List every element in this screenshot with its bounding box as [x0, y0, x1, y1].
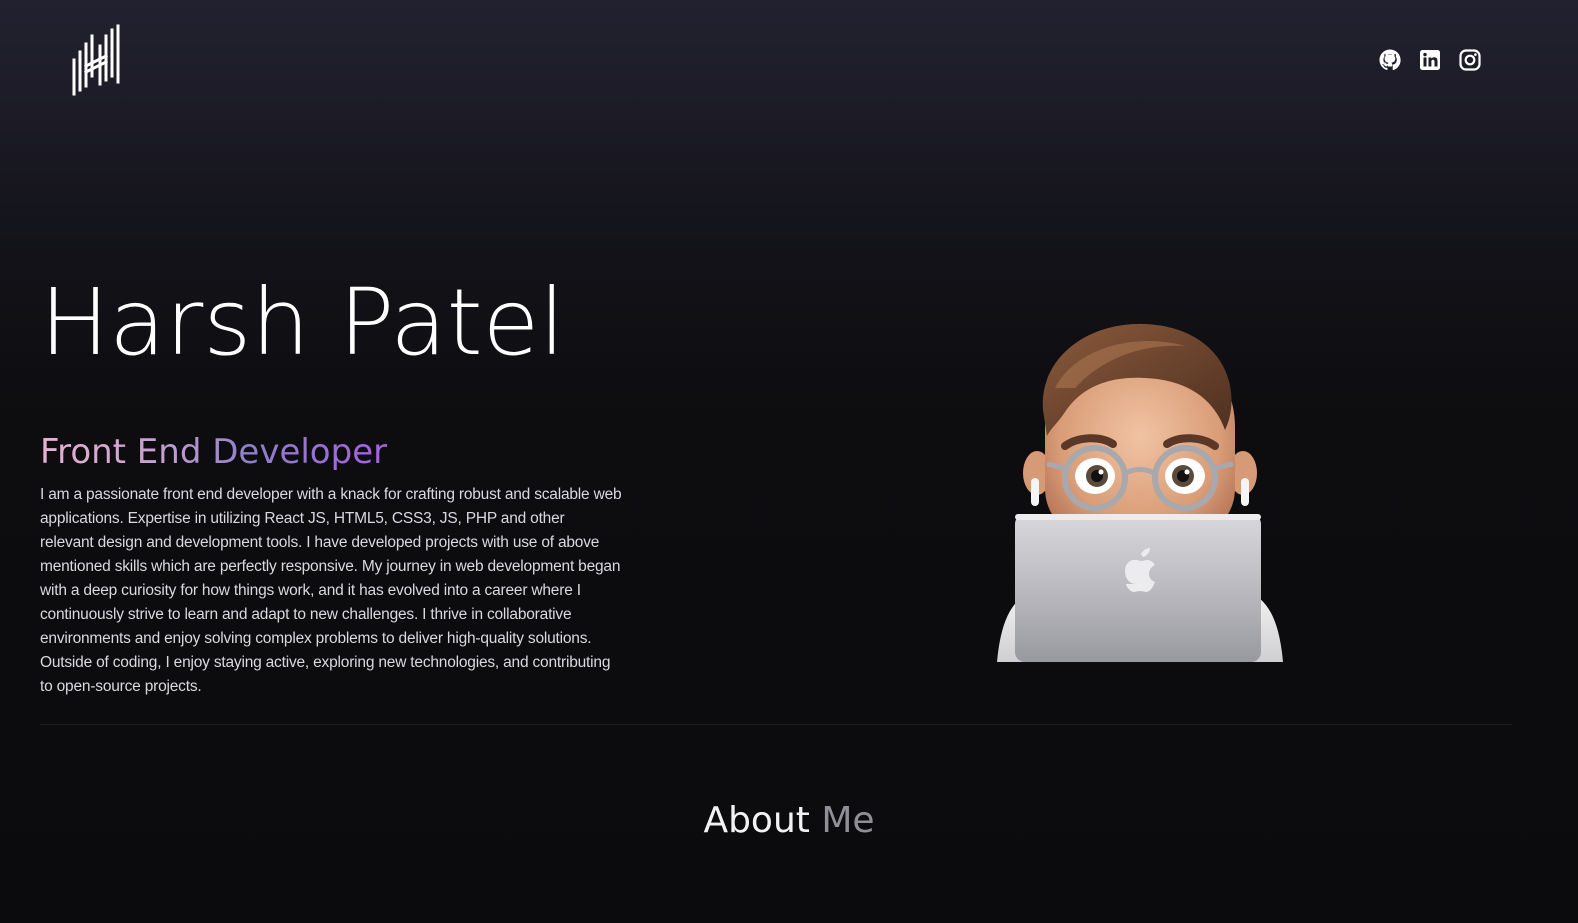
linkedin-icon [1420, 50, 1440, 70]
instagram-icon [1459, 49, 1481, 71]
section-divider [40, 724, 1512, 725]
linkedin-link[interactable] [1418, 48, 1442, 72]
bio-paragraph: I am a passionate front end developer wi… [40, 486, 622, 695]
job-title: Front End Developer [40, 432, 388, 472]
about-heading-accent: Me [821, 800, 875, 841]
social-links [1378, 48, 1482, 72]
portfolio-page: Harsh Patel Front End Developer I am a p… [0, 0, 1578, 923]
github-icon [1379, 49, 1401, 71]
hero-name: Harsh Patel [40, 269, 565, 376]
memoji-avatar-with-laptop [995, 318, 1285, 666]
instagram-link[interactable] [1458, 48, 1482, 72]
avatar-illustration [997, 323, 1283, 662]
monogram-h-logo[interactable] [70, 24, 122, 96]
about-heading-main: About [703, 800, 810, 841]
about-me-heading: About Me [0, 800, 1578, 841]
logo-icon [72, 24, 120, 96]
github-link[interactable] [1378, 48, 1402, 72]
